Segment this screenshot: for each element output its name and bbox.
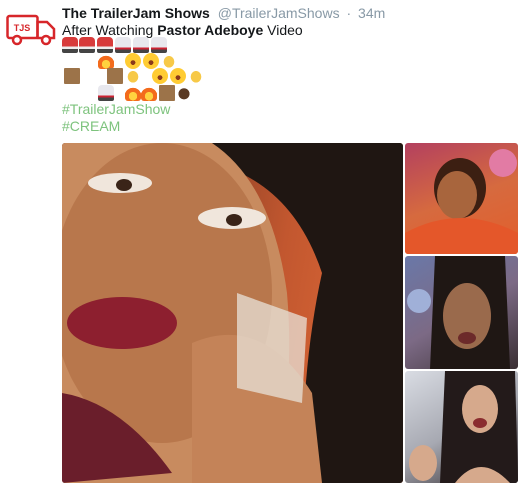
photo-woman-shocked-art <box>405 149 518 254</box>
photo-woman-rolling-eyes-art <box>62 143 403 483</box>
ambulance-emoji <box>133 37 149 53</box>
brown-square-emoji <box>159 85 175 101</box>
ambulance-emoji <box>115 37 131 53</box>
fire-emoji <box>141 85 157 101</box>
tweet-text: After Watching Pastor Adeboye Video <box>62 21 303 39</box>
avatar[interactable]: TJS <box>6 8 56 46</box>
author-name[interactable]: The TrailerJam Shows <box>62 5 210 21</box>
bus-emoji <box>97 37 113 53</box>
avatar-logo-text: TJS <box>14 23 31 33</box>
brown-square-emoji <box>64 68 80 84</box>
laughing-emoji <box>152 68 168 84</box>
photo-woman-crying-art <box>407 256 510 369</box>
fire-emoji <box>125 85 141 101</box>
tweet-text-bold: Pastor Adeboye <box>157 22 264 38</box>
brown-square-emoji <box>107 68 123 84</box>
laughing-emoji <box>170 68 186 84</box>
fire-emoji <box>98 53 114 69</box>
ambulance-emoji <box>151 37 167 53</box>
tweet-text-suffix: Video <box>267 22 303 38</box>
photo-woman-shocked-hands[interactable] <box>405 371 518 483</box>
clap-emoji <box>188 68 204 84</box>
photo-woman-shocked[interactable] <box>405 143 518 254</box>
laughing-emoji <box>143 53 159 69</box>
bus-emoji <box>79 37 95 53</box>
ambulance-emoji <box>98 85 114 101</box>
trailerjam-truck-logo-icon: TJS <box>6 14 56 46</box>
photo-woman-shocked-hands-art <box>409 371 518 483</box>
clap-emoji <box>125 68 141 84</box>
meta-separator: · <box>346 5 352 21</box>
tweet-header: The TrailerJam Shows @TrailerJamShows · … <box>62 4 385 22</box>
tweet: TJS The TrailerJam Shows @TrailerJamShow… <box>0 0 519 483</box>
photo-woman-rolling-eyes[interactable] <box>62 143 403 483</box>
clap-emoji <box>161 53 177 69</box>
bus-emoji <box>62 37 78 53</box>
media-grid <box>62 143 518 483</box>
tweet-text-prefix: After Watching <box>62 22 154 38</box>
author-handle[interactable]: @TrailerJamShows <box>218 5 340 21</box>
dark-hand-emoji <box>176 85 192 101</box>
laughing-emoji <box>125 53 141 69</box>
hashtag-trailerjamshow[interactable]: #TrailerJamShow <box>62 100 170 118</box>
photo-woman-crying[interactable] <box>405 256 518 369</box>
hashtag-cream[interactable]: #CREAM <box>62 117 120 135</box>
tweet-timestamp[interactable]: 34m <box>358 5 385 21</box>
